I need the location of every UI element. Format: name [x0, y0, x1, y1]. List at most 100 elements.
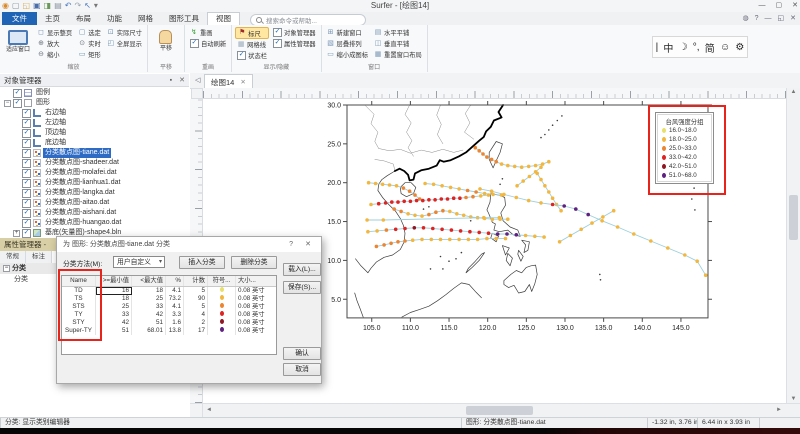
cell-2-5[interactable] [208, 303, 236, 311]
cell-3-4[interactable]: 4 [184, 311, 208, 319]
cell-5-5[interactable] [208, 327, 236, 335]
class-row-STS[interactable]: STS25334.15 0.08 英寸 [62, 303, 276, 311]
button-水平平铺[interactable]: ▤水平平铺 [372, 27, 424, 38]
tree-item-分类散点图-huangao.dat[interactable]: ✓分类散点图-huangao.dat [0, 218, 189, 228]
tree-item-分类散点图-langka.dat[interactable]: ✓分类散点图-langka.dat [0, 188, 189, 198]
visibility-checkbox[interactable]: ✓ [22, 199, 31, 208]
cell-3-1[interactable]: 33 [96, 311, 132, 319]
cell-0-3[interactable]: 4.1 [166, 287, 184, 295]
close-icon[interactable]: ✕ [179, 74, 185, 87]
checkbox-属性管理器[interactable]: ✓属性管理器 [271, 38, 317, 49]
ribbon-tab-布局[interactable]: 布局 [68, 12, 99, 25]
tree-item-左边轴[interactable]: ✓左边轴 [0, 118, 189, 128]
tree-item-右边轴[interactable]: ✓右边轴 [0, 108, 189, 118]
button-重置窗口布局[interactable]: ▦重置窗口布局 [372, 49, 424, 60]
collapse-icon[interactable]: − [4, 100, 11, 107]
ribbon-tab-网格[interactable]: 网格 [130, 12, 161, 25]
cell-2-4[interactable]: 5 [184, 303, 208, 311]
cell-1-1[interactable]: 18 [96, 295, 132, 303]
cell-1-4[interactable]: 90 [184, 295, 208, 303]
visibility-checkbox[interactable]: ✓ [22, 209, 31, 218]
ime-emoji-icon[interactable]: ☺ [720, 42, 730, 53]
method-select[interactable]: 用户自定义 ▾ [113, 256, 165, 268]
cell-1-6[interactable]: 0.08 英寸 [236, 295, 276, 303]
cell-4-2[interactable]: 51 [132, 319, 166, 327]
cell-0-2[interactable]: 18 [132, 287, 166, 295]
ime-chinese-icon[interactable]: 中 [663, 40, 673, 55]
button-实际尺寸[interactable]: ⊡实际尺寸 [105, 27, 144, 38]
button-适应窗口[interactable]: 适应窗口 [3, 27, 33, 54]
pm-tab-常规[interactable]: 常规 [0, 251, 26, 263]
ribbon-tab-视图[interactable]: 视图 [207, 12, 240, 25]
visibility-checkbox[interactable]: ✓ [22, 159, 31, 168]
ribbon-tab-功能[interactable]: 功能 [99, 12, 130, 25]
button-网格线[interactable]: ▦网格线 [235, 39, 269, 50]
ime-moon-icon[interactable]: ☽ [679, 42, 688, 53]
scroll-down-icon[interactable]: ▼ [787, 396, 800, 402]
button-放大[interactable]: ⊕放大 [35, 38, 74, 49]
cell-0-5[interactable] [208, 287, 236, 295]
tree-item-分类散点图-aitao.dat[interactable]: ✓分类散点图-aitao.dat [0, 198, 189, 208]
tab-nav-back-icon[interactable]: ◁ [195, 76, 200, 84]
cell-1-5[interactable] [208, 295, 236, 303]
cell-2-3[interactable]: 4.1 [166, 303, 184, 311]
visibility-checkbox[interactable]: ✓ [22, 189, 31, 198]
dialog-title-bar[interactable]: 为 图形: 分类散点图-tiane.dat 分类 ? ✕ [57, 237, 321, 252]
ime-cursor-icon[interactable]: | [656, 42, 659, 53]
visibility-checkbox[interactable]: ✓ [22, 219, 31, 228]
maximize-icon[interactable]: ▢ [776, 0, 783, 12]
ime-punct-icon[interactable]: °, [693, 42, 700, 53]
delete-class-button[interactable]: 删除分类 [231, 256, 277, 269]
button-重画[interactable]: ↯重画 [188, 27, 228, 38]
visibility-checkbox[interactable]: ✓ [22, 229, 31, 238]
help-icon[interactable]: ? [289, 237, 293, 252]
cell-3-3[interactable]: 3.3 [166, 311, 184, 319]
visibility-checkbox[interactable]: ✓ [22, 149, 31, 158]
tree-item-分类散点图-molafei.dat[interactable]: ✓分类散点图-molafei.dat [0, 168, 189, 178]
cell-2-0[interactable]: STS [62, 303, 96, 311]
visibility-checkbox[interactable]: ✓ [13, 89, 22, 98]
cell-0-4[interactable]: 5 [184, 287, 208, 295]
cell-4-3[interactable]: 1.6 [166, 319, 184, 327]
cell-4-5[interactable] [208, 319, 236, 327]
ribbon-tab-图形工具[interactable]: 图形工具 [161, 12, 207, 25]
search-input[interactable]: 搜索命令或帮助... [250, 14, 366, 26]
cell-3-5[interactable] [208, 311, 236, 319]
cell-0-1[interactable]: 16 [96, 287, 132, 295]
cell-2-2[interactable]: 33 [132, 303, 166, 311]
cell-5-6[interactable]: 0.08 英寸 [236, 327, 276, 335]
tree-item-分类散点图-lianhua1.dat[interactable]: ✓分类散点图-lianhua1.dat [0, 178, 189, 188]
vertical-scrollbar[interactable]: ▲ ▼ [786, 88, 800, 403]
close-icon[interactable]: ✕ [792, 0, 798, 12]
cell-2-1[interactable]: 25 [96, 303, 132, 311]
cell-5-0[interactable]: Super-TY [62, 327, 96, 335]
workspace-icon[interactable]: ◍ [742, 12, 748, 25]
scroll-right-icon[interactable]: ► [776, 404, 782, 417]
tree-item-图形[interactable]: −✓图形 [0, 98, 189, 108]
ribbon-tab-文件[interactable]: 文件 [2, 12, 37, 25]
collapse-icon[interactable]: − [3, 265, 10, 272]
checkbox-状态栏[interactable]: ✓状态栏 [235, 50, 269, 61]
cell-0-0[interactable]: TD [62, 287, 96, 295]
cell-5-4[interactable]: 17 [184, 327, 208, 335]
ok-button[interactable]: 确认 [283, 347, 321, 360]
mdi-restore-icon[interactable]: ◱ [778, 12, 785, 25]
vertical-scroll-thumb[interactable] [789, 195, 798, 240]
button-标尺[interactable]: ⚑标尺 [235, 27, 269, 39]
expand-icon[interactable]: + [13, 230, 20, 237]
scroll-up-icon[interactable]: ▲ [787, 89, 800, 95]
button-缩小[interactable]: ⊖缩小 [35, 49, 74, 60]
ribbon-tab-主页[interactable]: 主页 [37, 12, 68, 25]
cell-5-1[interactable]: 51 [96, 327, 132, 335]
visibility-checkbox[interactable]: ✓ [22, 169, 31, 178]
pin-icon[interactable]: ▪ [170, 74, 172, 87]
cell-1-3[interactable]: 73.2 [166, 295, 184, 303]
class-row-TS[interactable]: TS182573.2900.08 英寸 [62, 295, 276, 303]
button-缩小成图标[interactable]: ▭缩小成图标 [325, 49, 370, 60]
pm-tab-标注[interactable]: 标注 [26, 251, 52, 263]
insert-class-button[interactable]: 插入分类 [179, 256, 225, 269]
cell-5-2[interactable]: 68.01 [132, 327, 166, 335]
mdi-minimize-icon[interactable]: — [765, 12, 772, 25]
cell-5-3[interactable]: 13.8 [166, 327, 184, 335]
cell-2-6[interactable]: 0.08 英寸 [236, 303, 276, 311]
